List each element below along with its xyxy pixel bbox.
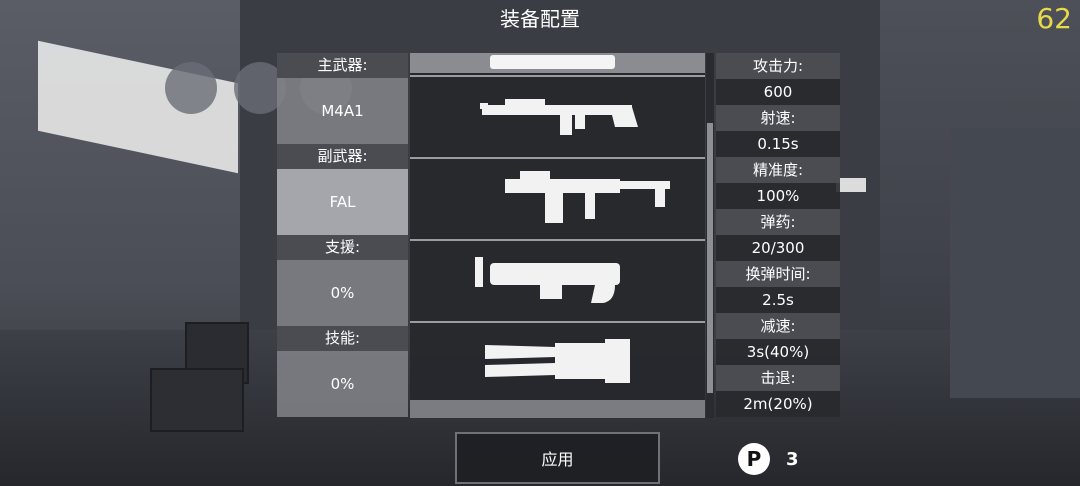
slot-primary-weapon[interactable]: M4A1 [277,78,408,144]
apply-button[interactable]: 应用 [455,432,660,484]
stat-label-accuracy: 精准度: [716,157,840,183]
slot-label-skill: 技能: [277,326,408,351]
weapon-list-item[interactable] [410,157,705,237]
slot-label-primary: 主武器: [277,53,408,78]
points-display: P 3 [738,443,799,475]
weapon-silhouette [490,55,615,69]
launcher-icon [475,257,620,303]
slot-label-secondary: 副武器: [277,144,408,169]
scrollbar-thumb[interactable] [707,123,713,393]
stat-value-accuracy: 100% [716,183,840,209]
weapon-list-item[interactable] [410,75,705,155]
weapon-list-item-partial[interactable] [410,53,705,73]
slot-secondary-weapon[interactable]: FAL [277,169,408,235]
slot-label-support: 支援: [277,235,408,260]
weapon-list-scrollbar[interactable] [706,53,714,418]
stat-value-reload: 2.5s [716,287,840,313]
stat-value-ammo: 20/300 [716,235,840,261]
weapon-list[interactable] [410,53,705,418]
stat-label-ammo: 弹药: [716,209,840,235]
melee-blade-icon [485,339,630,383]
weapon-list-item[interactable] [410,321,705,401]
weapon-list-item-partial[interactable] [410,400,705,418]
points-icon: P [738,443,770,475]
background-crate [150,368,244,432]
background-light [836,178,866,192]
rifle-icon [480,99,638,135]
chat-bubble-icon [165,62,217,114]
stat-value-knockback: 2m(20%) [716,391,840,417]
fps-counter: 62 [1036,2,1072,35]
weapon-stats-panel: 攻击力: 600 射速: 0.15s 精准度: 100% 弹药: 20/300 … [716,53,840,418]
stat-value-attack: 600 [716,79,840,105]
weapon-list-item[interactable] [410,239,705,319]
stat-label-reload: 换弹时间: [716,261,840,287]
points-value: 3 [786,448,799,470]
stat-label-knockback: 击退: [716,365,840,391]
stat-label-fire-rate: 射速: [716,105,840,131]
stat-value-fire-rate: 0.15s [716,131,840,157]
page-title: 装备配置 [500,7,580,31]
smg-icon [505,171,670,223]
stat-label-attack: 攻击力: [716,53,840,79]
loadout-panel: 主武器: M4A1 副武器: FAL 支援: 0% 技能: 0% [277,53,408,418]
stat-label-slow: 减速: [716,313,840,339]
background-door [950,128,1080,398]
slot-skill[interactable]: 0% [277,351,408,417]
slot-support[interactable]: 0% [277,260,408,326]
stat-value-slow: 3s(40%) [716,339,840,365]
